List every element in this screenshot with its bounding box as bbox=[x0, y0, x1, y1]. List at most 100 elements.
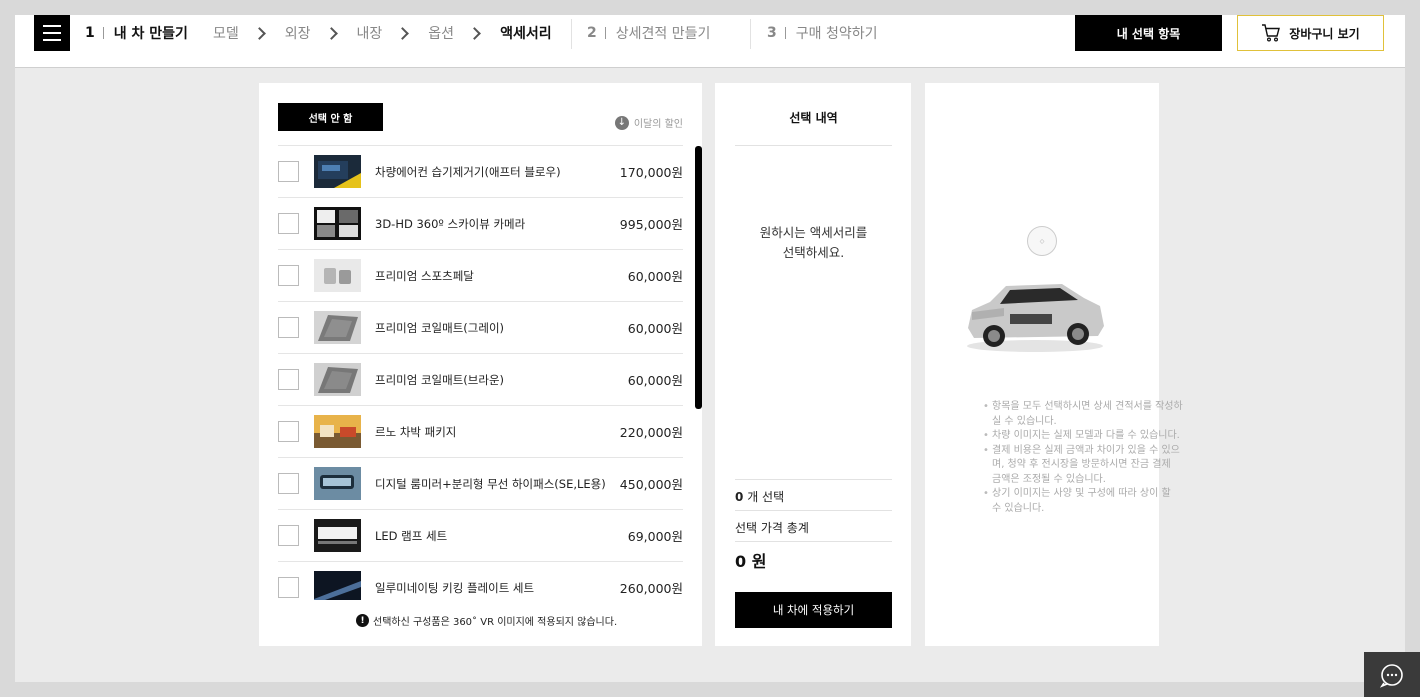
selected-count-suffix: 개 선택 bbox=[747, 490, 785, 504]
accessory-list-scrollbar[interactable] bbox=[695, 146, 702, 409]
step-separator bbox=[571, 19, 572, 49]
list-item: 일루미네이팅 키킹 플레이트 세트 260,000원 bbox=[278, 562, 683, 600]
total-price-label: 선택 가격 총계 bbox=[735, 521, 809, 535]
item-name: 3D-HD 360º 스카이뷰 카메라 bbox=[375, 216, 526, 231]
chevron-right-icon bbox=[396, 26, 410, 40]
pedal-thumbnail bbox=[314, 259, 361, 292]
divider bbox=[735, 479, 892, 480]
apply-to-my-car-button[interactable]: 내 차에 적용하기 bbox=[735, 592, 892, 628]
item-name: 르노 차박 패키지 bbox=[375, 424, 457, 439]
vr-notice: ! 선택하신 구성품은 360˚ VR 이미지에 적용되지 않습니다. bbox=[356, 613, 617, 628]
coil-mat-brown-thumbnail bbox=[314, 363, 361, 396]
substep-interior[interactable]: 내장 bbox=[357, 23, 383, 43]
divider bbox=[735, 145, 892, 146]
list-item: 프리미엄 코일매트(그레이) 60,000원 bbox=[278, 302, 683, 354]
step-number: 1 bbox=[85, 25, 95, 41]
select-none-button[interactable]: 선택 안 함 bbox=[278, 103, 383, 131]
substep-breadcrumb: 모델 외장 내장 옵션 액세서리 bbox=[213, 15, 552, 51]
note-item: 항목을 모두 선택하시면 상세 견적서를 작성하실 수 있습니다. bbox=[983, 400, 1183, 429]
chat-bubble-icon bbox=[1379, 663, 1403, 688]
camera-thumbnail bbox=[314, 207, 361, 240]
empty-selection-message: 원하시는 액세서리를 선택하세요. bbox=[735, 223, 892, 263]
list-item: 프리미엄 스포츠페달 60,000원 bbox=[278, 250, 683, 302]
page-background bbox=[15, 15, 1405, 682]
item-name: 일루미네이팅 키킹 플레이트 세트 bbox=[375, 580, 535, 595]
list-item: 디지털 룸미러+분리형 무선 하이패스(SE,LE용) 450,000원 bbox=[278, 458, 683, 510]
item-checkbox[interactable] bbox=[278, 525, 299, 546]
step-2-detailed-quote[interactable]: 2 상세견적 만들기 bbox=[587, 15, 710, 51]
exclamation-icon: ! bbox=[356, 614, 369, 627]
cart-label: 장바구니 보기 bbox=[1289, 26, 1360, 41]
step-1-build-my-car[interactable]: 1 내 차 만들기 bbox=[85, 15, 188, 51]
item-checkbox[interactable] bbox=[278, 161, 299, 182]
coil-mat-gray-thumbnail bbox=[314, 311, 361, 344]
list-item: 르노 차박 패키지 220,000원 bbox=[278, 406, 683, 458]
item-checkbox[interactable] bbox=[278, 317, 299, 338]
digital-mirror-thumbnail bbox=[314, 467, 361, 500]
divider bbox=[735, 541, 892, 542]
item-price: 995,000원 bbox=[619, 217, 683, 232]
step-separator bbox=[750, 19, 751, 49]
item-checkbox[interactable] bbox=[278, 473, 299, 494]
view-cart-button[interactable]: 장바구니 보기 bbox=[1237, 15, 1384, 51]
divider bbox=[735, 510, 892, 511]
item-name: LED 램프 세트 bbox=[375, 528, 448, 543]
step-label: 내 차 만들기 bbox=[113, 26, 188, 42]
item-price: 69,000원 bbox=[627, 529, 683, 544]
substep-accessories[interactable]: 액세서리 bbox=[500, 23, 552, 43]
hamburger-menu-icon[interactable] bbox=[34, 15, 70, 51]
monthly-discount-link[interactable]: ↓ 이달의 할인 bbox=[614, 115, 683, 130]
step-3-purchase-subscription[interactable]: 3 구매 청약하기 bbox=[767, 15, 877, 51]
notice-text: 선택하신 구성품은 360˚ VR 이미지에 적용되지 않습니다. bbox=[373, 617, 618, 628]
item-checkbox[interactable] bbox=[278, 369, 299, 390]
step-number: 3 bbox=[767, 25, 777, 41]
item-name: 디지털 룸미러+분리형 무선 하이패스(SE,LE용) bbox=[375, 476, 606, 491]
selected-count: 0 개 선택 bbox=[735, 488, 784, 505]
placeholder-line: 선택하세요. bbox=[782, 245, 845, 260]
placeholder-line: 원하시는 액세서리를 bbox=[759, 225, 868, 240]
air-dryer-thumbnail bbox=[314, 155, 361, 188]
my-selection-button[interactable]: 내 선택 항목 bbox=[1075, 15, 1222, 51]
substep-exterior[interactable]: 외장 bbox=[285, 23, 311, 43]
car-preview-panel: ◇ 항목을 모두 선택하시면 상세 견적서를 작성하실 수 있습니다. 차량 이… bbox=[925, 83, 1183, 646]
item-checkbox[interactable] bbox=[278, 421, 299, 442]
kicking-plate-thumbnail bbox=[314, 571, 361, 600]
item-price: 220,000원 bbox=[619, 425, 683, 440]
top-navigation-bar: 1 내 차 만들기 모델 외장 내장 옵션 액세서리 2 상세견적 만들기 3 … bbox=[15, 15, 1405, 68]
selection-title: 선택 내역 bbox=[789, 111, 838, 125]
item-price: 450,000원 bbox=[619, 477, 683, 492]
item-price: 60,000원 bbox=[627, 269, 683, 284]
camping-package-thumbnail bbox=[314, 415, 361, 448]
item-checkbox[interactable] bbox=[278, 213, 299, 234]
step-label: 상세견적 만들기 bbox=[615, 26, 711, 42]
list-item: LED 램프 세트 69,000원 bbox=[278, 510, 683, 562]
selected-count-value: 0 bbox=[735, 490, 744, 504]
note-item: 결제 비용은 실제 금액과 차이가 있을 수 있으며, 청약 후 전시장을 방문… bbox=[983, 444, 1183, 488]
cart-icon bbox=[1262, 24, 1281, 42]
note-item: 상기 이미지는 사양 및 구성에 따라 상이 할 수 있습니다. bbox=[983, 487, 1183, 516]
brand-logo: ◇ bbox=[1027, 226, 1057, 256]
item-name: 프리미엄 코일매트(브라운) bbox=[375, 372, 505, 387]
item-price: 60,000원 bbox=[627, 321, 683, 336]
accessory-list: 차량에어컨 습기제거기(애프터 블로우) 170,000원 3D-HD 360º… bbox=[278, 145, 683, 600]
item-checkbox[interactable] bbox=[278, 265, 299, 286]
chevron-right-icon bbox=[252, 26, 266, 40]
led-lamp-thumbnail bbox=[314, 519, 361, 552]
item-name: 차량에어컨 습기제거기(애프터 블로우) bbox=[375, 164, 561, 179]
list-item: 차량에어컨 습기제거기(애프터 블로우) 170,000원 bbox=[278, 146, 683, 198]
step-label: 구매 청약하기 bbox=[795, 26, 878, 42]
step-divider bbox=[784, 27, 786, 39]
list-item: 프리미엄 코일매트(브라운) 60,000원 bbox=[278, 354, 683, 406]
item-name: 프리미엄 스포츠페달 bbox=[375, 268, 474, 283]
chevron-right-icon bbox=[324, 26, 338, 40]
chat-button[interactable] bbox=[1364, 652, 1420, 697]
item-checkbox[interactable] bbox=[278, 577, 299, 598]
selection-summary-panel: 선택 내역 원하시는 액세서리를 선택하세요. 0 개 선택 선택 가격 총계 … bbox=[715, 83, 911, 646]
substep-model[interactable]: 모델 bbox=[213, 23, 239, 43]
accessory-list-panel: 선택 안 함 ↓ 이달의 할인 차량에어컨 습기제거기(애프터 블로우) 170… bbox=[259, 83, 702, 646]
arrow-down-circle-icon: ↓ bbox=[614, 115, 629, 130]
discount-label: 이달의 할인 bbox=[633, 119, 683, 130]
substep-options[interactable]: 옵션 bbox=[428, 23, 454, 43]
item-price: 170,000원 bbox=[619, 165, 683, 180]
chevron-right-icon bbox=[468, 26, 481, 40]
